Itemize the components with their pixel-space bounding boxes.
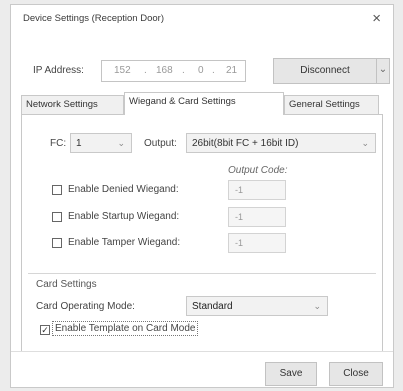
denied-wiegand-label: Enable Denied Wiegand: bbox=[68, 184, 179, 195]
startup-wiegand-label: Enable Startup Wiegand: bbox=[68, 211, 180, 222]
save-button[interactable]: Save bbox=[265, 362, 317, 386]
template-on-card-label[interactable]: Enable Template on Card Mode bbox=[52, 321, 199, 336]
close-button[interactable]: Close bbox=[329, 362, 383, 386]
chevron-down-icon: ⌄ bbox=[361, 138, 369, 148]
title-bar: Device Settings (Reception Door) × bbox=[11, 5, 393, 35]
startup-output-code-input[interactable]: -1 bbox=[228, 207, 286, 227]
ip-separator: . bbox=[144, 65, 147, 76]
check-mark-icon: ✓ bbox=[41, 325, 49, 335]
output-select[interactable]: 26bit(8bit FC + 16bit ID) ⌄ bbox=[186, 133, 376, 153]
output-label: Output: bbox=[144, 138, 177, 149]
ip-octet-4: 21 bbox=[226, 65, 238, 76]
ip-separator: . bbox=[212, 65, 215, 76]
card-settings-group-label: Card Settings bbox=[36, 279, 97, 290]
denied-output-code-input[interactable]: -1 bbox=[228, 180, 286, 200]
ip-separator: . bbox=[182, 65, 185, 76]
fc-label: FC: bbox=[50, 138, 67, 149]
tab-wiegand-card-settings[interactable]: Wiegand & Card Settings bbox=[124, 92, 284, 115]
card-operating-mode-value: Standard bbox=[192, 301, 233, 312]
startup-wiegand-checkbox[interactable] bbox=[52, 212, 62, 222]
chevron-down-icon: ⌄ bbox=[378, 64, 388, 75]
output-code-header: Output Code: bbox=[228, 165, 288, 176]
denied-wiegand-checkbox[interactable] bbox=[52, 185, 62, 195]
tab-general-settings[interactable]: General Settings bbox=[284, 95, 379, 115]
footer-divider bbox=[11, 351, 393, 352]
tamper-wiegand-label: Enable Tamper Wiegand: bbox=[68, 237, 181, 248]
card-operating-mode-label: Card Operating Mode: bbox=[36, 301, 135, 312]
close-icon[interactable]: × bbox=[372, 10, 381, 27]
tamper-output-code-input[interactable]: -1 bbox=[228, 233, 286, 253]
disconnect-button[interactable]: Disconnect bbox=[273, 58, 377, 84]
ip-octet-1: 152 bbox=[114, 65, 131, 76]
tab-network-settings[interactable]: Network Settings bbox=[21, 95, 124, 115]
template-on-card-checkbox[interactable]: ✓ bbox=[40, 325, 50, 335]
output-value: 26bit(8bit FC + 16bit ID) bbox=[192, 138, 299, 149]
device-settings-dialog: Device Settings (Reception Door) × IP Ad… bbox=[10, 4, 394, 388]
card-settings-group: Card Settings Card Operating Mode: Stand… bbox=[28, 273, 376, 345]
wiegand-card-panel: FC: 1 ⌄ Output: 26bit(8bit FC + 16bit ID… bbox=[21, 114, 383, 352]
chevron-down-icon: ⌄ bbox=[117, 138, 125, 148]
window-title: Device Settings (Reception Door) bbox=[23, 13, 164, 24]
ip-octet-2: 168 bbox=[156, 65, 173, 76]
tamper-wiegand-checkbox[interactable] bbox=[52, 238, 62, 248]
card-operating-mode-select[interactable]: Standard ⌄ bbox=[186, 296, 328, 316]
connection-dropdown-button[interactable]: ⌄ bbox=[376, 58, 390, 84]
ip-address-field[interactable]: 152 . 168 . 0 . 21 bbox=[101, 60, 246, 82]
ip-address-label: IP Address: bbox=[33, 65, 84, 76]
ip-octet-3: 0 bbox=[198, 65, 204, 76]
fc-select[interactable]: 1 ⌄ bbox=[70, 133, 132, 153]
chevron-down-icon: ⌄ bbox=[313, 301, 321, 311]
fc-value: 1 bbox=[76, 138, 82, 149]
